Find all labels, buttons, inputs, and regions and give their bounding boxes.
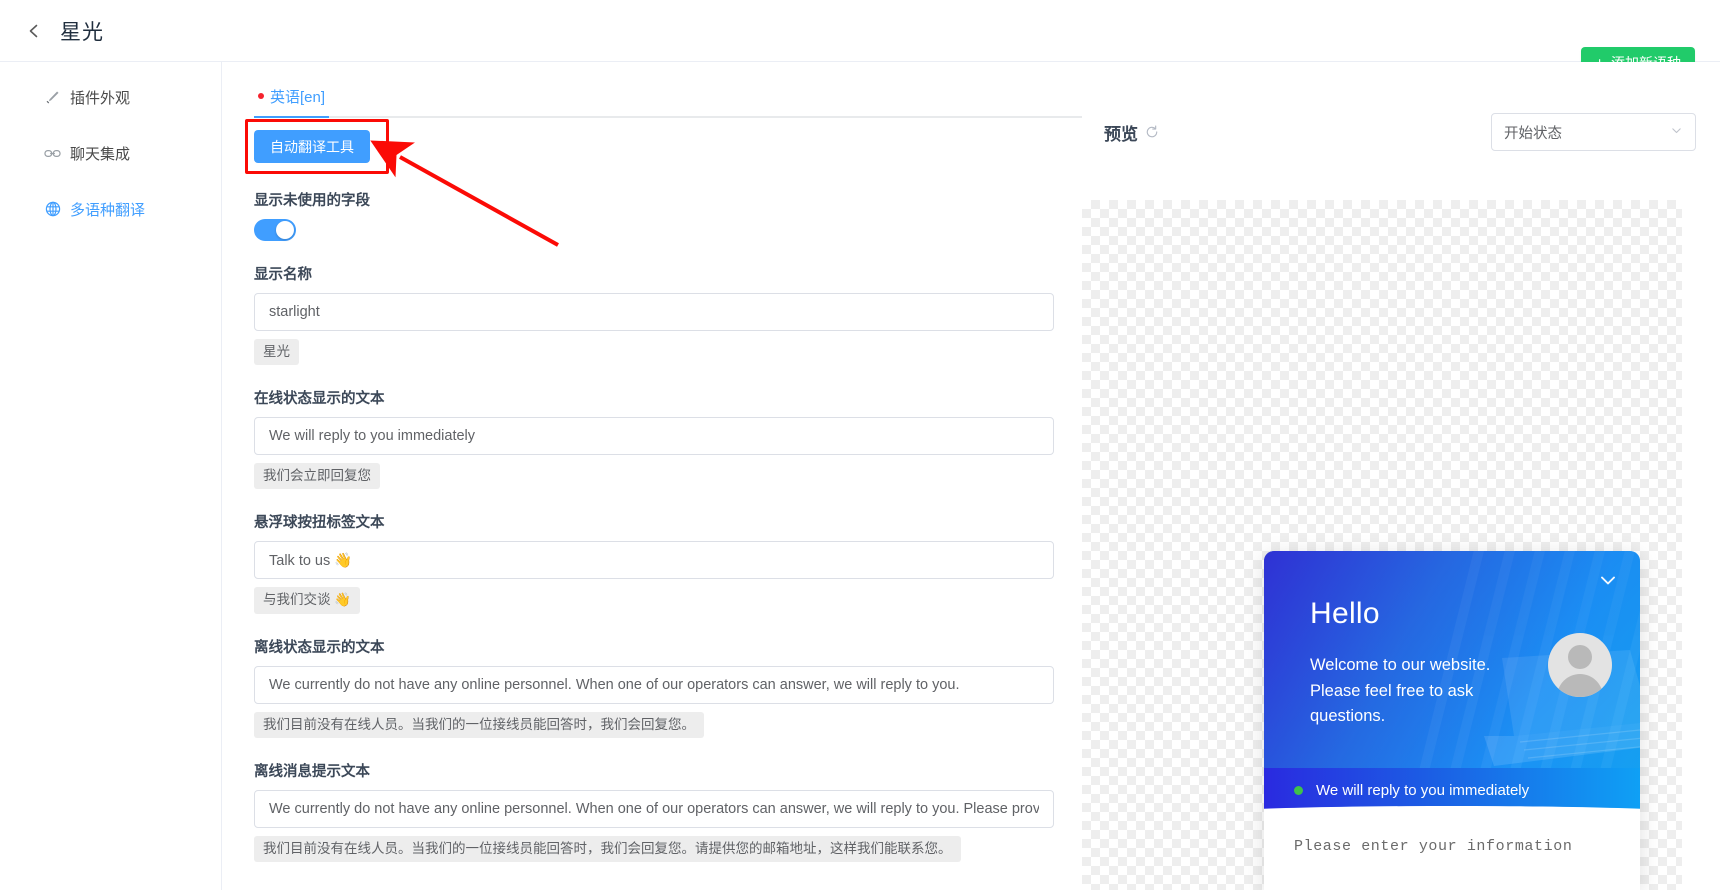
preview-state-select[interactable]: 开始状态 — [1491, 113, 1696, 151]
link-icon — [44, 145, 61, 162]
bubble-label-hint: 与我们交谈 👋 — [254, 587, 361, 614]
tab-english-en[interactable]: 英语[en] — [254, 76, 330, 118]
offline-text-hint: 我们目前没有在线人员。当我们的一位接线员能回答时，我们会回复您。 — [254, 711, 704, 738]
preview-header: 预览 开始状态 — [1082, 106, 1720, 158]
main-panel: 英语[en] 自动翻译工具 显示未使用的字段 显示名称 星光 在线状态显示的文本… — [222, 62, 1082, 890]
sidebar-item-label: 聊天集成 — [70, 145, 131, 163]
avatar — [1548, 633, 1612, 697]
preview-state-value: 开始状态 — [1504, 125, 1562, 142]
auto-translate-wrap: 自动翻译工具 — [245, 119, 389, 174]
offline-message-hint: 我们目前没有在线人员。当我们的一位接线员能回答时，我们会回复您。请提供您的邮箱地… — [254, 835, 961, 863]
chevron-left-icon — [29, 24, 38, 37]
sidebar: 插件外观 聊天集成 多语种翻译 — [0, 62, 222, 890]
refresh-icon[interactable] — [1145, 125, 1159, 139]
app-root: 星光 + 添加新语种 插件外观 聊天集成 — [0, 0, 1720, 890]
show-unused-fields-label: 显示未使用的字段 — [254, 193, 370, 209]
sidebar-item-label: 插件外观 — [70, 89, 131, 107]
chat-widget-body: Please enter your information — [1264, 812, 1640, 890]
form-area: 自动翻译工具 显示未使用的字段 显示名称 星光 在线状态显示的文本 我们会立即回… — [222, 118, 1082, 863]
chat-status-bar: We will reply to you immediately — [1264, 768, 1640, 812]
field-label-offline-text: 离线状态显示的文本 — [254, 639, 385, 656]
sidebar-item-plugin-appearance[interactable]: 插件外观 — [44, 86, 221, 108]
status-dot-icon — [1294, 785, 1303, 795]
chat-input-placeholder[interactable]: Please enter your information — [1294, 838, 1572, 855]
chat-collapse-button[interactable] — [1596, 568, 1620, 592]
chat-greeting: Hello — [1310, 597, 1380, 630]
auto-translate-button[interactable]: 自动翻译工具 — [254, 130, 370, 163]
chevron-down-icon — [1670, 124, 1683, 141]
brush-icon — [44, 89, 61, 106]
chat-welcome-text: Welcome to our website. Please feel free… — [1310, 656, 1491, 726]
globe-icon — [44, 201, 61, 218]
sidebar-item-chat-integration[interactable]: 聊天集成 — [44, 142, 221, 164]
offline-text-input[interactable] — [254, 665, 1054, 704]
display-name-hint: 星光 — [254, 339, 299, 366]
chat-widget-hero: Hello Welcome to our website. Please fee… — [1264, 551, 1640, 768]
avatar-body — [1557, 674, 1603, 697]
tab-label: 英语[en] — [270, 88, 326, 106]
page-title: 星光 — [60, 20, 104, 44]
bubble-label-input[interactable] — [254, 541, 1054, 580]
unsaved-dot-icon — [258, 93, 264, 99]
preview-title-label: 预览 — [1104, 124, 1138, 144]
field-label-bubble-label: 悬浮球按扭标签文本 — [254, 515, 385, 532]
field-label-offline-message: 离线消息提示文本 — [254, 763, 370, 780]
field-label-online-text: 在线状态显示的文本 — [254, 391, 385, 408]
sidebar-item-label: 多语种翻译 — [70, 201, 146, 219]
back-button[interactable] — [14, 11, 54, 51]
field-label-display-name: 显示名称 — [254, 267, 312, 283]
display-name-input[interactable] — [254, 293, 1054, 331]
online-text-input[interactable] — [254, 417, 1054, 456]
page-header: 星光 — [0, 0, 1720, 62]
offline-message-input[interactable] — [254, 789, 1054, 828]
avatar-head — [1568, 645, 1592, 669]
preview-title: 预览 — [1104, 120, 1159, 145]
show-unused-fields-toggle[interactable] — [254, 219, 296, 241]
chat-status-text: We will reply to you immediately — [1316, 781, 1530, 799]
sidebar-item-multilingual-translation[interactable]: 多语种翻译 — [44, 198, 221, 220]
toggle-knob — [276, 221, 294, 239]
online-text-hint: 我们会立即回复您 — [254, 463, 380, 490]
chat-widget-preview: Hello Welcome to our website. Please fee… — [1264, 551, 1640, 890]
language-tabs: 英语[en] — [254, 76, 1082, 118]
